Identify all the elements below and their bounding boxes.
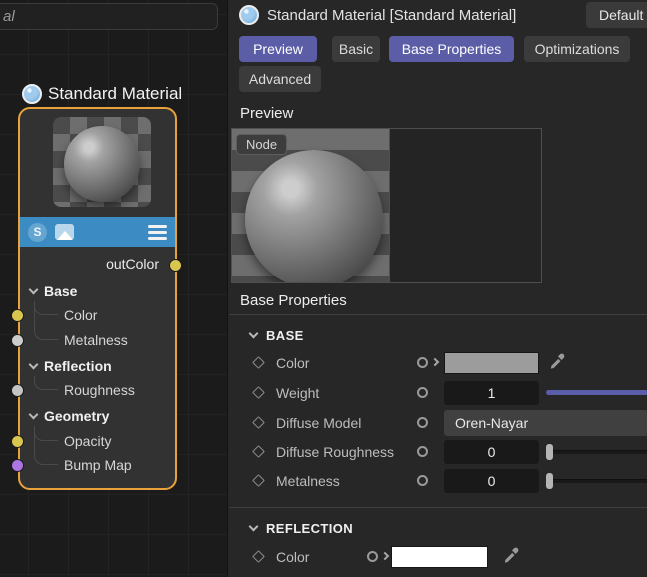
section-header-reflection[interactable]: REFLECTION bbox=[250, 516, 353, 540]
attribute-inspector-panel: Standard Material [Standard Material] De… bbox=[227, 0, 647, 577]
chevron-down-icon bbox=[249, 522, 259, 532]
metalness-input-port[interactable] bbox=[11, 334, 24, 347]
tree-connector bbox=[34, 301, 58, 340]
parameter-diamond-icon bbox=[252, 550, 265, 563]
connect-port-icon[interactable] bbox=[417, 475, 428, 486]
divider bbox=[229, 507, 647, 508]
diffuse-roughness-value-field[interactable]: 0 bbox=[444, 440, 539, 464]
section-header-base[interactable]: BASE bbox=[250, 323, 304, 347]
chevron-down-icon bbox=[29, 410, 39, 420]
connect-port-icon[interactable] bbox=[417, 387, 428, 398]
parameter-diamond-icon bbox=[252, 386, 265, 399]
standard-material-node[interactable]: S outColor Base Color Metalness Reflecti… bbox=[18, 107, 177, 490]
node-graph-canvas[interactable]: al Standard Material S outColor Base Co bbox=[0, 0, 227, 577]
row-diffuse-roughness: Diffuse Roughness 0 bbox=[228, 440, 647, 464]
material-sphere-icon bbox=[239, 5, 259, 25]
node-section-geometry[interactable]: Geometry bbox=[30, 406, 109, 426]
inspector-header: Standard Material [Standard Material] bbox=[239, 5, 516, 25]
chevron-right-icon[interactable] bbox=[431, 358, 439, 366]
node-preview-viewport[interactable]: Node bbox=[232, 129, 390, 282]
node-title-label: Standard Material bbox=[48, 84, 182, 104]
slider-handle[interactable] bbox=[546, 444, 553, 460]
parameter-diamond-icon bbox=[252, 356, 265, 369]
node-input-metalness[interactable]: Metalness bbox=[64, 330, 128, 350]
preview-sphere bbox=[64, 126, 140, 202]
connect-port-icon[interactable] bbox=[417, 417, 428, 428]
node-section-reflection[interactable]: Reflection bbox=[30, 356, 112, 376]
tab-preview[interactable]: Preview bbox=[239, 36, 317, 62]
row-base-color: Color bbox=[228, 351, 647, 375]
preview-section-title: Preview bbox=[240, 105, 293, 122]
base-properties-title: Base Properties bbox=[240, 292, 347, 309]
diffuse-roughness-slider[interactable] bbox=[546, 450, 647, 454]
tree-connector bbox=[34, 426, 58, 465]
connect-port-icon[interactable] bbox=[367, 551, 378, 562]
chevron-down-icon bbox=[249, 329, 259, 339]
eyedropper-icon[interactable] bbox=[502, 547, 520, 565]
preview-box: Node bbox=[231, 128, 542, 283]
standard-surface-icon[interactable]: S bbox=[28, 223, 47, 242]
node-input-roughness[interactable]: Roughness bbox=[64, 380, 135, 400]
tab-advanced[interactable]: Advanced bbox=[239, 66, 321, 92]
diffuse-model-dropdown[interactable]: Oren-Nayar bbox=[444, 410, 647, 436]
row-diffuse-model: Diffuse Model Oren-Nayar bbox=[228, 411, 647, 435]
node-title: Standard Material bbox=[22, 84, 182, 104]
metalness-slider[interactable] bbox=[546, 479, 647, 483]
search-input[interactable]: al bbox=[0, 3, 218, 30]
row-weight: Weight 1 bbox=[228, 381, 647, 405]
node-material-preview bbox=[53, 117, 151, 207]
base-color-swatch[interactable] bbox=[444, 352, 539, 374]
inspector-title: Standard Material [Standard Material] bbox=[267, 7, 516, 24]
chevron-right-icon[interactable] bbox=[381, 552, 389, 560]
color-input-port[interactable] bbox=[11, 309, 24, 322]
connect-port-icon[interactable] bbox=[417, 446, 428, 457]
row-metalness: Metalness 0 bbox=[228, 469, 647, 493]
outcolor-port[interactable] bbox=[169, 259, 182, 272]
weight-slider[interactable] bbox=[546, 390, 647, 395]
tab-base-properties[interactable]: Base Properties bbox=[389, 36, 514, 62]
reflection-color-swatch[interactable] bbox=[391, 546, 488, 568]
preview-sphere bbox=[245, 150, 383, 282]
eyedropper-icon[interactable] bbox=[548, 353, 566, 371]
row-reflection-color: Color bbox=[228, 545, 647, 569]
node-header-bar: S bbox=[20, 217, 175, 247]
node-section-base[interactable]: Base bbox=[30, 281, 77, 301]
connect-port-icon[interactable] bbox=[417, 357, 428, 368]
hamburger-menu-icon[interactable] bbox=[148, 225, 167, 240]
tree-connector bbox=[34, 376, 58, 390]
roughness-input-port[interactable] bbox=[11, 384, 24, 397]
output-port-label: outColor bbox=[106, 256, 159, 272]
default-button[interactable]: Default bbox=[586, 2, 647, 28]
viewport-badge: Node bbox=[236, 134, 287, 155]
parameter-diamond-icon bbox=[252, 445, 265, 458]
parameter-diamond-icon bbox=[252, 474, 265, 487]
image-icon[interactable] bbox=[55, 224, 74, 240]
node-input-opacity[interactable]: Opacity bbox=[64, 431, 111, 451]
tab-basic[interactable]: Basic bbox=[332, 36, 380, 62]
chevron-down-icon bbox=[29, 285, 39, 295]
weight-value-field[interactable]: 1 bbox=[444, 381, 539, 405]
metalness-value-field[interactable]: 0 bbox=[444, 469, 539, 493]
node-input-bump-map[interactable]: Bump Map bbox=[64, 455, 132, 475]
node-input-color[interactable]: Color bbox=[64, 305, 97, 325]
tab-optimizations[interactable]: Optimizations bbox=[524, 36, 630, 62]
app-window: al Standard Material S outColor Base Co bbox=[0, 0, 647, 577]
opacity-input-port[interactable] bbox=[11, 435, 24, 448]
material-sphere-icon bbox=[22, 84, 42, 104]
divider bbox=[229, 314, 647, 315]
chevron-down-icon bbox=[29, 360, 39, 370]
preview-empty-pane bbox=[390, 129, 541, 282]
slider-handle[interactable] bbox=[546, 473, 553, 489]
bump-map-input-port[interactable] bbox=[11, 459, 24, 472]
parameter-diamond-icon bbox=[252, 416, 265, 429]
